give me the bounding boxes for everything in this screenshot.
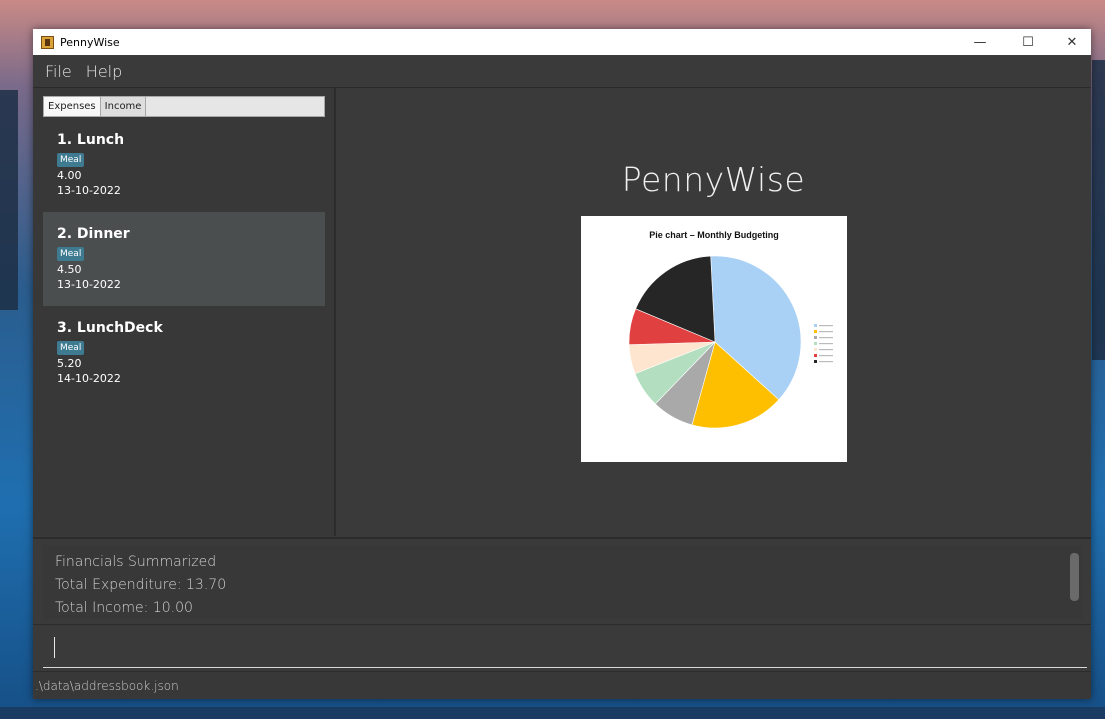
legend-label-0 [819, 325, 833, 327]
text-caret [54, 637, 55, 658]
result-heading: Financials Summarized [55, 554, 217, 570]
command-box [33, 625, 1091, 672]
tab-expenses[interactable]: Expenses [44, 97, 101, 116]
list-item[interactable]: 2. Dinner Meal 4.50 13-10-2022 [43, 212, 325, 306]
entry-date: 14-10-2022 [57, 372, 121, 385]
wallpaper-ground [0, 707, 1105, 719]
legend-label-6 [819, 361, 833, 363]
pie-chart: Pie chart – Monthly Budgeting [581, 216, 847, 462]
menu-help[interactable]: Help [86, 62, 122, 81]
entry-tag: Meal [57, 153, 85, 167]
result-box[interactable]: Financials Summarized Total Expenditure:… [43, 545, 1083, 619]
menu-bar: File Help [33, 55, 1091, 88]
legend-swatch-1 [814, 330, 817, 333]
list-item[interactable]: 1. Lunch Meal 4.00 13-10-2022 [43, 118, 325, 212]
wallpaper-tree [1092, 60, 1105, 360]
entry-tag: Meal [57, 247, 85, 261]
pie-chart-svg [628, 255, 833, 429]
minimize-button[interactable]: — [958, 29, 1002, 55]
tab-income[interactable]: Income [100, 97, 147, 116]
chart-title: Pie chart – Monthly Budgeting [649, 230, 779, 240]
legend-label-2 [819, 337, 833, 339]
result-display: Financials Summarized Total Expenditure:… [33, 537, 1091, 625]
app-heading: PennyWise [621, 160, 806, 199]
tab-bar: Expenses Income [43, 96, 325, 117]
close-button[interactable]: ✕ [1050, 29, 1094, 55]
legend-swatch-0 [814, 324, 817, 327]
entry-title: 1. Lunch [57, 132, 125, 148]
entry-list-panel: Expenses Income 1. Lunch Meal 4.00 13-10… [33, 88, 336, 536]
legend-swatch-5 [814, 354, 817, 357]
legend-swatch-4 [814, 348, 817, 351]
maximize-button[interactable]: ☐ [1006, 29, 1050, 55]
entry-date: 13-10-2022 [57, 184, 121, 197]
wallpaper-tree [0, 90, 18, 310]
entry-amount: 5.20 [57, 357, 82, 370]
legend-label-4 [819, 349, 833, 351]
entry-title: 2. Dinner [57, 226, 130, 242]
legend-swatch-3 [814, 342, 817, 345]
result-scrollbar[interactable] [1070, 553, 1079, 601]
window-title: PennyWise [60, 35, 120, 49]
entry-list[interactable]: 1. Lunch Meal 4.00 13-10-2022 2. Dinner … [43, 118, 325, 400]
entry-amount: 4.00 [57, 169, 82, 182]
app-logo-icon [41, 35, 54, 49]
list-item[interactable]: 3. LunchDeck Meal 5.20 14-10-2022 [43, 306, 325, 400]
app-window: PennyWise — ☐ ✕ File Help Expenses Incom… [33, 29, 1091, 699]
command-input[interactable] [43, 633, 1087, 668]
result-expenditure: Total Expenditure: 13.70 [55, 577, 227, 593]
result-income: Total Income: 10.00 [55, 600, 193, 616]
legend-swatch-2 [814, 336, 817, 339]
entry-title: 3. LunchDeck [57, 320, 163, 336]
menu-file[interactable]: File [45, 62, 72, 81]
legend-label-5 [819, 355, 833, 357]
save-file-path: .\data\addressbook.json [35, 678, 179, 693]
entry-amount: 4.50 [57, 263, 82, 276]
main-panel: PennyWise Pie chart – Monthly Budgeting [336, 88, 1091, 536]
status-bar: .\data\addressbook.json [33, 672, 1091, 699]
legend-label-1 [819, 331, 833, 333]
legend-swatch-6 [814, 360, 817, 363]
legend-label-3 [819, 343, 833, 345]
title-bar[interactable]: PennyWise — ☐ ✕ [33, 29, 1091, 55]
entry-tag: Meal [57, 341, 85, 355]
entry-date: 13-10-2022 [57, 278, 121, 291]
